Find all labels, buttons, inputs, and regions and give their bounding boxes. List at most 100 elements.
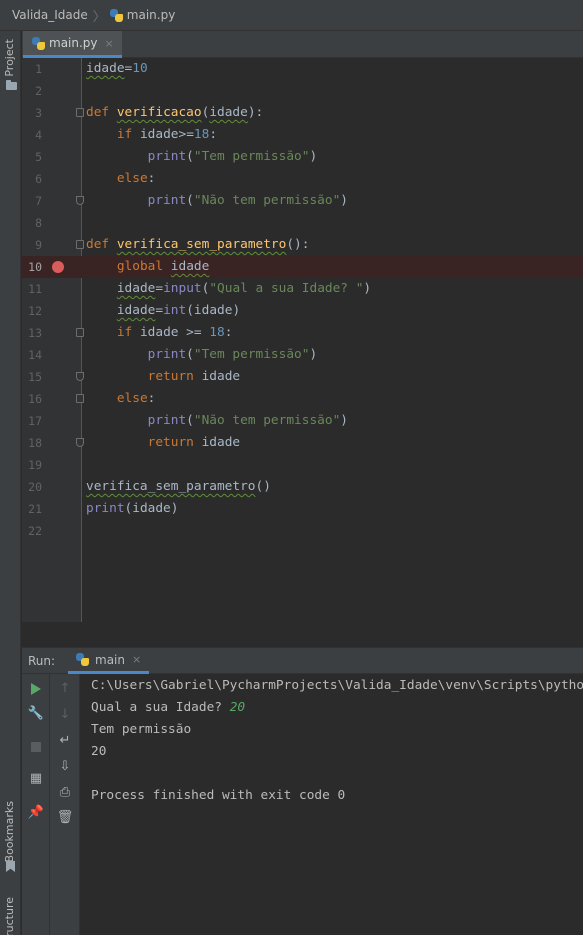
python-file-icon xyxy=(32,36,45,50)
code-line[interactable]: 21 print(idade) xyxy=(22,498,583,520)
python-icon xyxy=(76,653,89,666)
code-text: def verifica_sem_parametro(): xyxy=(86,237,310,252)
project-tool-label[interactable]: Project xyxy=(3,39,16,77)
console-prompt: Qual a sua Idade? xyxy=(91,700,230,715)
code-text: if idade>=18: xyxy=(116,127,218,142)
breadcrumb-project[interactable]: Valida_Idade xyxy=(12,8,88,22)
code-text: idade=input("Qual a sua Idade? ") xyxy=(116,281,372,296)
code-text: else: xyxy=(116,391,156,406)
bookmarks-tool-label[interactable]: Bookmarks xyxy=(3,801,16,862)
code-text: return idade xyxy=(147,369,241,384)
structure-tool-label[interactable]: ructure xyxy=(3,897,16,935)
chevron-right-icon: 〉 xyxy=(92,9,106,25)
breakpoint-icon[interactable] xyxy=(52,261,64,273)
code-line[interactable]: 8 xyxy=(22,212,583,234)
code-line[interactable]: 20 verifica_sem_parametro() xyxy=(22,476,583,498)
line-number: 19 xyxy=(28,458,42,472)
python-file-icon xyxy=(109,8,123,22)
breadcrumb-file[interactable]: main.py xyxy=(127,8,176,22)
console-prompt-line: Qual a sua Idade? 20 xyxy=(91,697,245,719)
line-number: 22 xyxy=(28,524,42,538)
line-number: 13 xyxy=(28,326,42,340)
code-line[interactable]: 5 print("Tem permissão") xyxy=(22,146,583,168)
line-number: 2 xyxy=(35,84,42,98)
trash-icon[interactable]: 🗑 xyxy=(56,809,74,827)
wrench-icon[interactable]: 🔧 xyxy=(27,705,45,723)
folder-icon[interactable] xyxy=(6,80,17,90)
code-line[interactable]: 4 if idade>=18: xyxy=(22,124,583,146)
fold-icon[interactable] xyxy=(76,394,84,403)
line-number: 3 xyxy=(35,106,42,120)
line-number: 6 xyxy=(35,172,42,186)
code-line[interactable]: 1 idade=10 xyxy=(22,58,583,80)
code-line[interactable]: 2 xyxy=(22,80,583,102)
close-icon[interactable]: × xyxy=(105,37,114,50)
code-text: print("Tem permissão") xyxy=(147,149,318,164)
run-toolbar-secondary: ↑ ↓ ↵ ⇩ ⎙ 🗑 xyxy=(50,674,80,935)
arrow-up-icon[interactable]: ↑ xyxy=(56,680,74,698)
code-line[interactable]: 6 else: xyxy=(22,168,583,190)
code-text: global idade xyxy=(116,259,210,274)
bookmark-icon[interactable] xyxy=(6,861,15,872)
fold-icon[interactable] xyxy=(76,108,84,117)
code-line[interactable]: 7 print("Não tem permissão") xyxy=(22,190,583,212)
console-output: 20 xyxy=(91,744,107,759)
code-text: if idade >= 18: xyxy=(116,325,233,340)
code-line[interactable]: 16 else: xyxy=(22,388,583,410)
editor-tab-bar: main.py × xyxy=(22,31,583,58)
code-line[interactable]: 3 def verificacao(idade): xyxy=(22,102,583,124)
line-number: 21 xyxy=(28,502,42,516)
scroll-to-end-icon[interactable]: ⇩ xyxy=(56,758,74,776)
run-tab-label: main xyxy=(95,652,125,667)
pin-icon[interactable]: 📌 xyxy=(27,804,45,822)
code-line[interactable]: 14 print("Tem permissão") xyxy=(22,344,583,366)
line-number: 5 xyxy=(35,150,42,164)
code-text: print(idade) xyxy=(86,501,179,516)
stop-icon[interactable] xyxy=(27,738,45,756)
fold-icon[interactable] xyxy=(76,328,84,337)
code-editor[interactable]: 1 idade=10 2 3 def verificacao(idade): 4… xyxy=(22,58,583,622)
code-line-breakpoint[interactable]: 10 global idade xyxy=(22,256,583,278)
run-console[interactable]: C:\Users\Gabriel\PycharmProjects\Valida_… xyxy=(81,674,583,935)
code-text: print("Tem permissão") xyxy=(147,347,318,362)
layout-icon[interactable]: ▦ xyxy=(27,770,45,788)
code-text: idade=10 xyxy=(86,61,148,76)
play-icon[interactable] xyxy=(27,680,45,698)
line-number: 16 xyxy=(28,392,42,406)
code-line[interactable]: 22 xyxy=(22,520,583,542)
line-number: 20 xyxy=(28,480,42,494)
code-line[interactable]: 15 return idade xyxy=(22,366,583,388)
fold-end-icon[interactable] xyxy=(76,196,84,205)
fold-end-icon[interactable] xyxy=(76,438,84,447)
code-line[interactable]: 11 idade=input("Qual a sua Idade? ") xyxy=(22,278,583,300)
print-icon[interactable]: ⎙ xyxy=(56,784,74,802)
breadcrumb: Valida_Idade 〉 main.py xyxy=(0,0,583,31)
code-line[interactable]: 17 print("Não tem permissão") xyxy=(22,410,583,432)
code-text: print("Não tem permissão") xyxy=(147,193,348,208)
code-text: return idade xyxy=(147,435,241,450)
code-line[interactable]: 12 idade=int(idade) xyxy=(22,300,583,322)
code-text: idade=int(idade) xyxy=(116,303,241,318)
arrow-down-icon[interactable]: ↓ xyxy=(56,706,74,724)
console-output: Tem permissão xyxy=(91,722,192,737)
fold-icon[interactable] xyxy=(76,240,84,249)
run-tab-main[interactable]: main × xyxy=(68,648,150,674)
code-line[interactable]: 18 return idade xyxy=(22,432,583,454)
soft-wrap-icon[interactable]: ↵ xyxy=(56,732,74,750)
line-number: 4 xyxy=(35,128,42,142)
line-number: 7 xyxy=(35,194,42,208)
fold-end-icon[interactable] xyxy=(76,372,84,381)
run-toolbar-primary: 🔧 ▦ 📌 xyxy=(22,674,50,935)
code-line[interactable]: 9 def verifica_sem_parametro(): xyxy=(22,234,583,256)
tab-label: main.py xyxy=(49,36,98,50)
line-number: 11 xyxy=(28,282,42,296)
code-line[interactable]: 19 xyxy=(22,454,583,476)
tab-main-py[interactable]: main.py × xyxy=(23,31,122,58)
line-number: 9 xyxy=(35,238,42,252)
close-icon[interactable]: × xyxy=(132,653,141,666)
run-panel-header: Run: main × xyxy=(22,647,583,674)
line-number: 15 xyxy=(28,370,42,384)
code-line[interactable]: 13 if idade >= 18: xyxy=(22,322,583,344)
console-command: C:\Users\Gabriel\PycharmProjects\Valida_… xyxy=(91,678,583,693)
run-label: Run: xyxy=(28,653,56,668)
